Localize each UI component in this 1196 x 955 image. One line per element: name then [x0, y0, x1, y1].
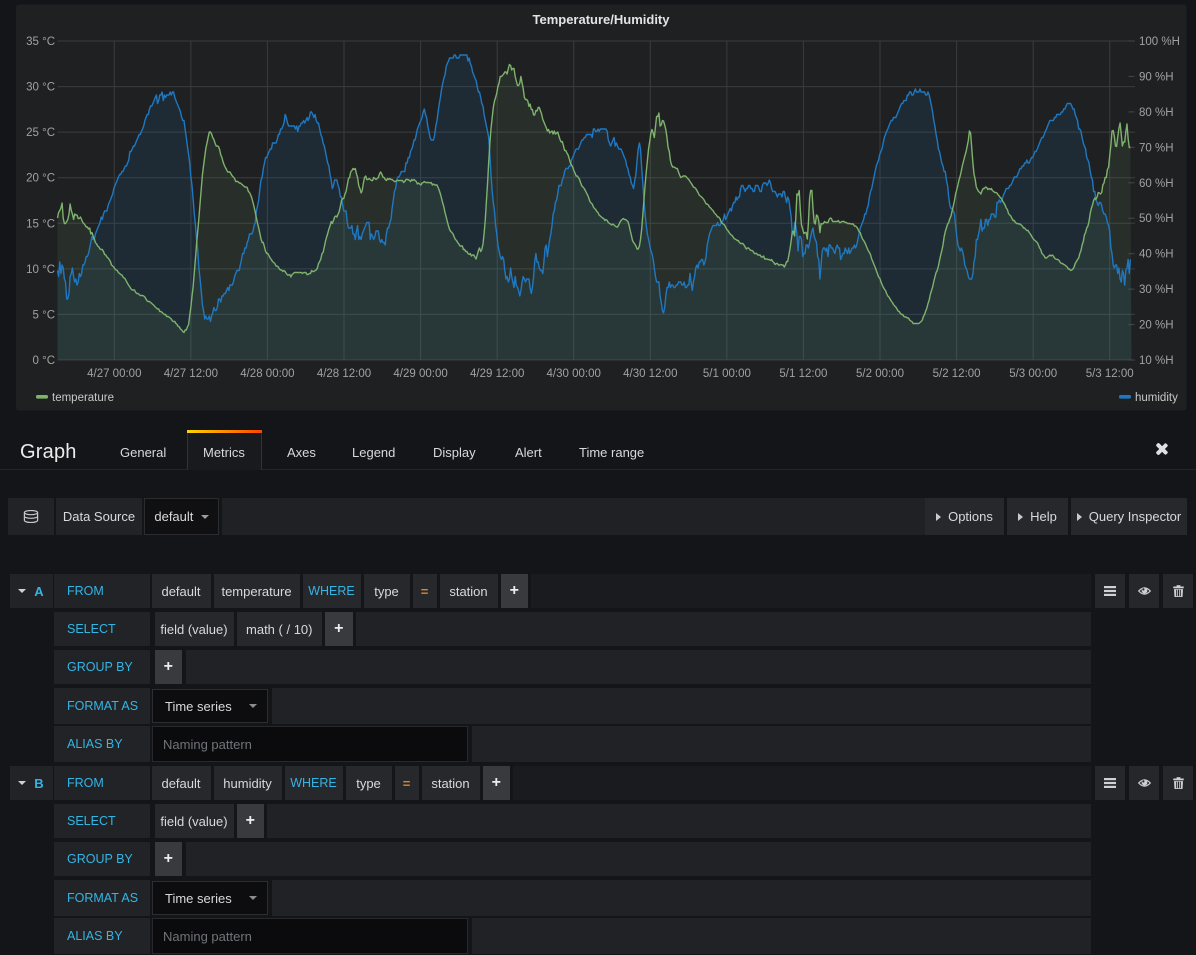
svg-text:5 °C: 5 °C [33, 309, 56, 321]
svg-text:25 °C: 25 °C [26, 127, 55, 139]
svg-text:35 °C: 35 °C [26, 36, 55, 48]
svg-text:80 %H: 80 %H [1139, 107, 1174, 119]
svg-text:4/29 12:00: 4/29 12:00 [470, 368, 524, 380]
svg-text:20 %H: 20 %H [1139, 320, 1174, 332]
svg-text:5/1 12:00: 5/1 12:00 [779, 368, 827, 380]
svg-text:4/28 00:00: 4/28 00:00 [240, 368, 294, 380]
svg-text:4/29 00:00: 4/29 00:00 [393, 368, 447, 380]
svg-text:15 °C: 15 °C [26, 218, 55, 230]
svg-text:humidity: humidity [1135, 392, 1178, 404]
svg-text:5/1 00:00: 5/1 00:00 [703, 368, 751, 380]
svg-text:temperature: temperature [52, 392, 114, 404]
svg-text:0 °C: 0 °C [33, 355, 56, 367]
svg-text:10 °C: 10 °C [26, 264, 55, 276]
svg-text:5/3 12:00: 5/3 12:00 [1086, 368, 1134, 380]
svg-text:70 %H: 70 %H [1139, 142, 1174, 154]
svg-text:30 %H: 30 %H [1139, 284, 1174, 296]
svg-text:30 °C: 30 °C [26, 82, 55, 94]
svg-text:4/27 12:00: 4/27 12:00 [164, 368, 218, 380]
svg-text:4/27 00:00: 4/27 00:00 [87, 368, 141, 380]
svg-text:Temperature/Humidity: Temperature/Humidity [532, 12, 670, 27]
svg-text:4/28 12:00: 4/28 12:00 [317, 368, 371, 380]
svg-text:60 %H: 60 %H [1139, 178, 1174, 190]
svg-text:50 %H: 50 %H [1139, 213, 1174, 225]
svg-text:100 %H: 100 %H [1139, 36, 1180, 48]
svg-text:5/2 00:00: 5/2 00:00 [856, 368, 904, 380]
svg-text:40 %H: 40 %H [1139, 249, 1174, 261]
svg-text:10 %H: 10 %H [1139, 355, 1174, 367]
svg-text:4/30 12:00: 4/30 12:00 [623, 368, 677, 380]
svg-text:5/3 00:00: 5/3 00:00 [1009, 368, 1057, 380]
svg-text:90 %H: 90 %H [1139, 71, 1174, 83]
svg-text:4/30 00:00: 4/30 00:00 [547, 368, 601, 380]
svg-text:20 °C: 20 °C [26, 173, 55, 185]
svg-text:5/2 12:00: 5/2 12:00 [933, 368, 981, 380]
